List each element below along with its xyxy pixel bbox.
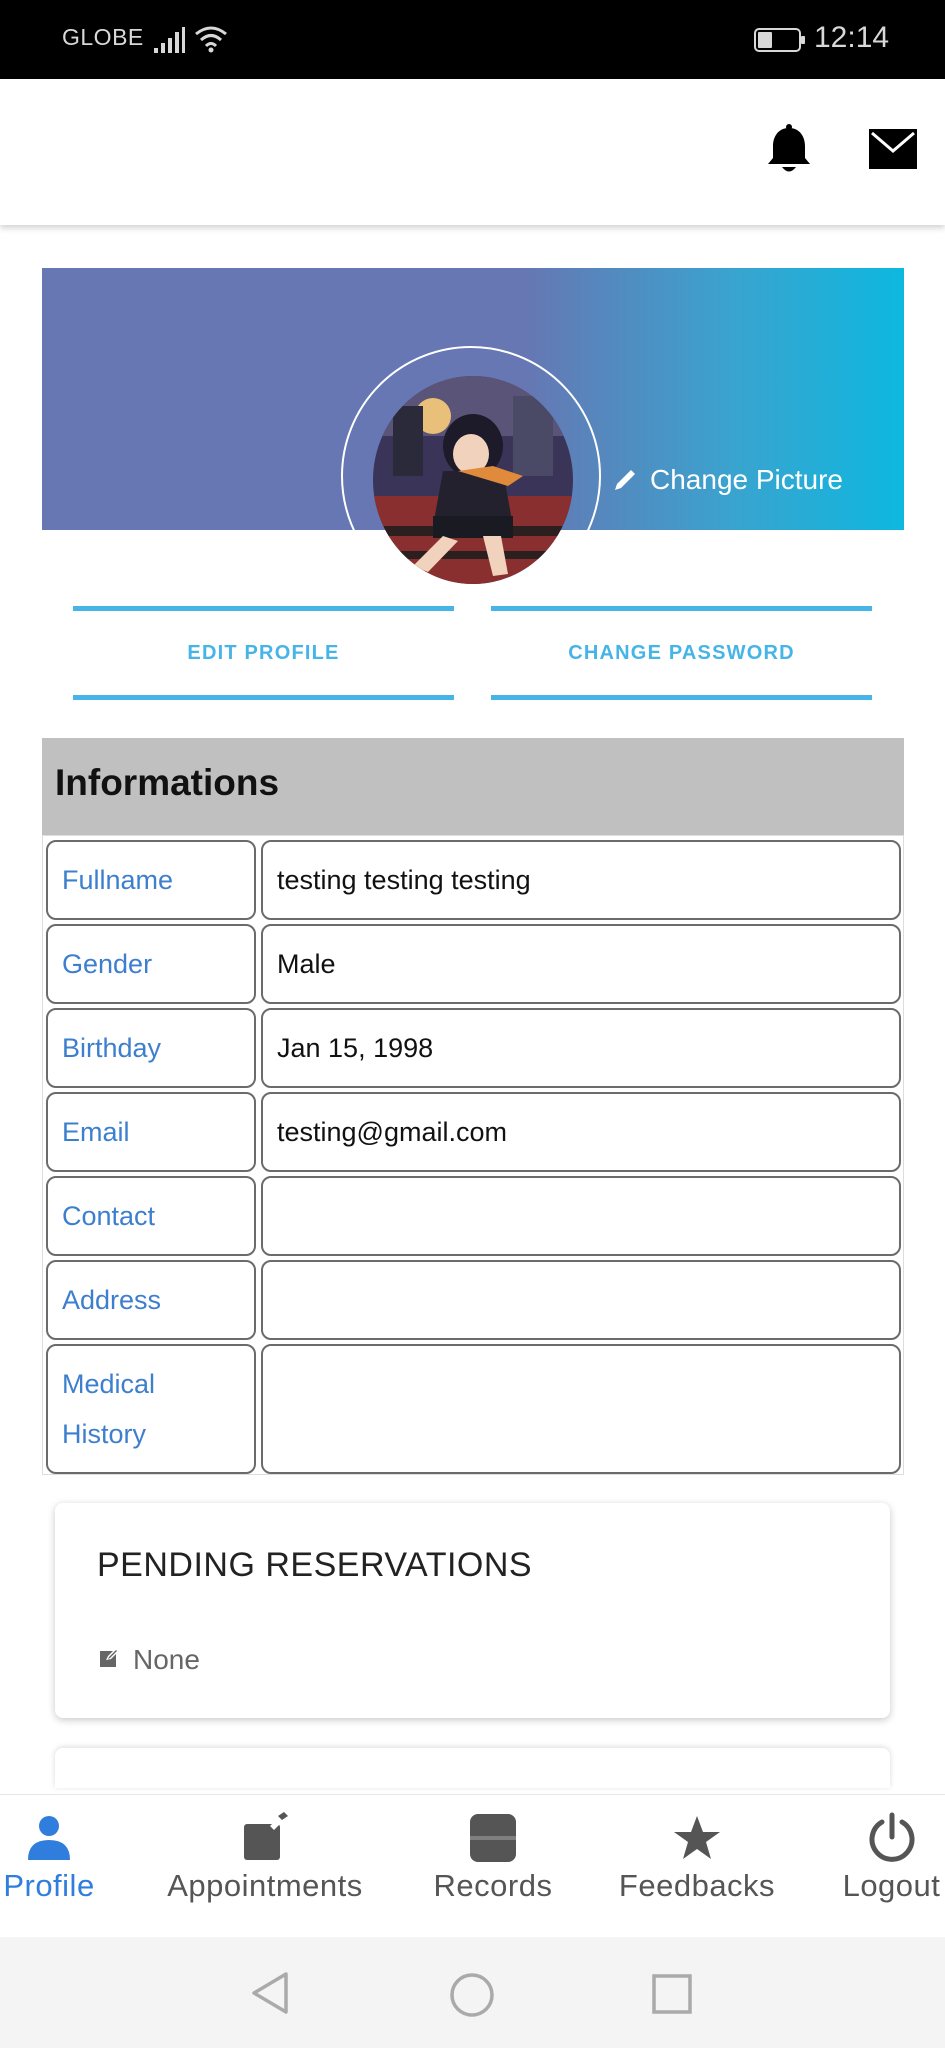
battery-icon: [754, 28, 805, 52]
nav-profile[interactable]: Profile: [0, 1812, 98, 1904]
pending-empty-text: None: [133, 1644, 200, 1675]
signal-icon: [154, 27, 185, 53]
email-value: testing@gmail.com: [261, 1092, 901, 1172]
nav-feedbacks[interactable]: Feedbacks: [613, 1812, 781, 1904]
birthday-label: Birthday: [46, 1008, 256, 1088]
edit-profile-button[interactable]: EDIT PROFILE: [73, 606, 454, 700]
informations-table: Fullname testing testing testing Gender …: [42, 835, 904, 1475]
nav-records-label: Records: [433, 1868, 553, 1903]
nav-logout-label: Logout: [842, 1868, 941, 1903]
address-label: Address: [46, 1260, 256, 1340]
change-picture-button[interactable]: Change Picture: [612, 460, 843, 500]
mail-icon: [869, 129, 917, 169]
notifications-button[interactable]: [764, 124, 814, 176]
star-icon: [674, 1816, 720, 1859]
avatar[interactable]: [373, 376, 573, 584]
contact-label: Contact: [46, 1176, 256, 1256]
change-password-button[interactable]: CHANGE PASSWORD: [491, 606, 872, 700]
person-icon: [28, 1816, 70, 1860]
medical-history-label: Medical History: [46, 1344, 256, 1474]
address-value: [261, 1260, 901, 1340]
folder-icon: [470, 1814, 516, 1862]
nav-records[interactable]: Records: [428, 1812, 558, 1904]
change-picture-label: Change Picture: [650, 464, 844, 495]
email-label: Email: [46, 1092, 256, 1172]
nav-profile-label: Profile: [3, 1868, 95, 1903]
contact-value: [261, 1176, 901, 1256]
carrier-name: GLOBE: [62, 24, 144, 50]
back-icon[interactable]: [248, 1970, 292, 2016]
gender-label: Gender: [46, 924, 256, 1004]
wifi-icon: [195, 26, 227, 53]
messages-button[interactable]: [868, 128, 918, 170]
birthday-value: Jan 15, 1998: [261, 1008, 901, 1088]
home-icon[interactable]: [449, 1972, 495, 2018]
nav-appointments[interactable]: Appointments: [158, 1812, 372, 1904]
pencil-icon: [615, 470, 635, 490]
nav-appointments-label: Appointments: [167, 1868, 363, 1903]
avatar-image: [373, 376, 573, 584]
medical-history-value: [261, 1344, 901, 1474]
gender-value: Male: [261, 924, 901, 1004]
pending-reservations-card: [55, 1503, 890, 1718]
power-icon: [869, 1812, 914, 1862]
clock: 12:14: [814, 21, 890, 54]
bell-icon: [768, 124, 810, 172]
recent-apps-icon[interactable]: [651, 1973, 693, 2015]
fullname-label: Fullname: [46, 840, 256, 920]
next-card: [55, 1748, 890, 1788]
nav-feedbacks-label: Feedbacks: [618, 1868, 776, 1903]
pending-reservations-title: PENDING RESERVATIONS: [97, 1546, 533, 1584]
nav-logout[interactable]: Logout: [838, 1812, 945, 1904]
fullname-value: testing testing testing: [261, 840, 901, 920]
edit-note-icon: [244, 1812, 288, 1860]
edit-note-icon: [100, 1648, 119, 1667]
informations-title: Informations: [55, 762, 280, 803]
